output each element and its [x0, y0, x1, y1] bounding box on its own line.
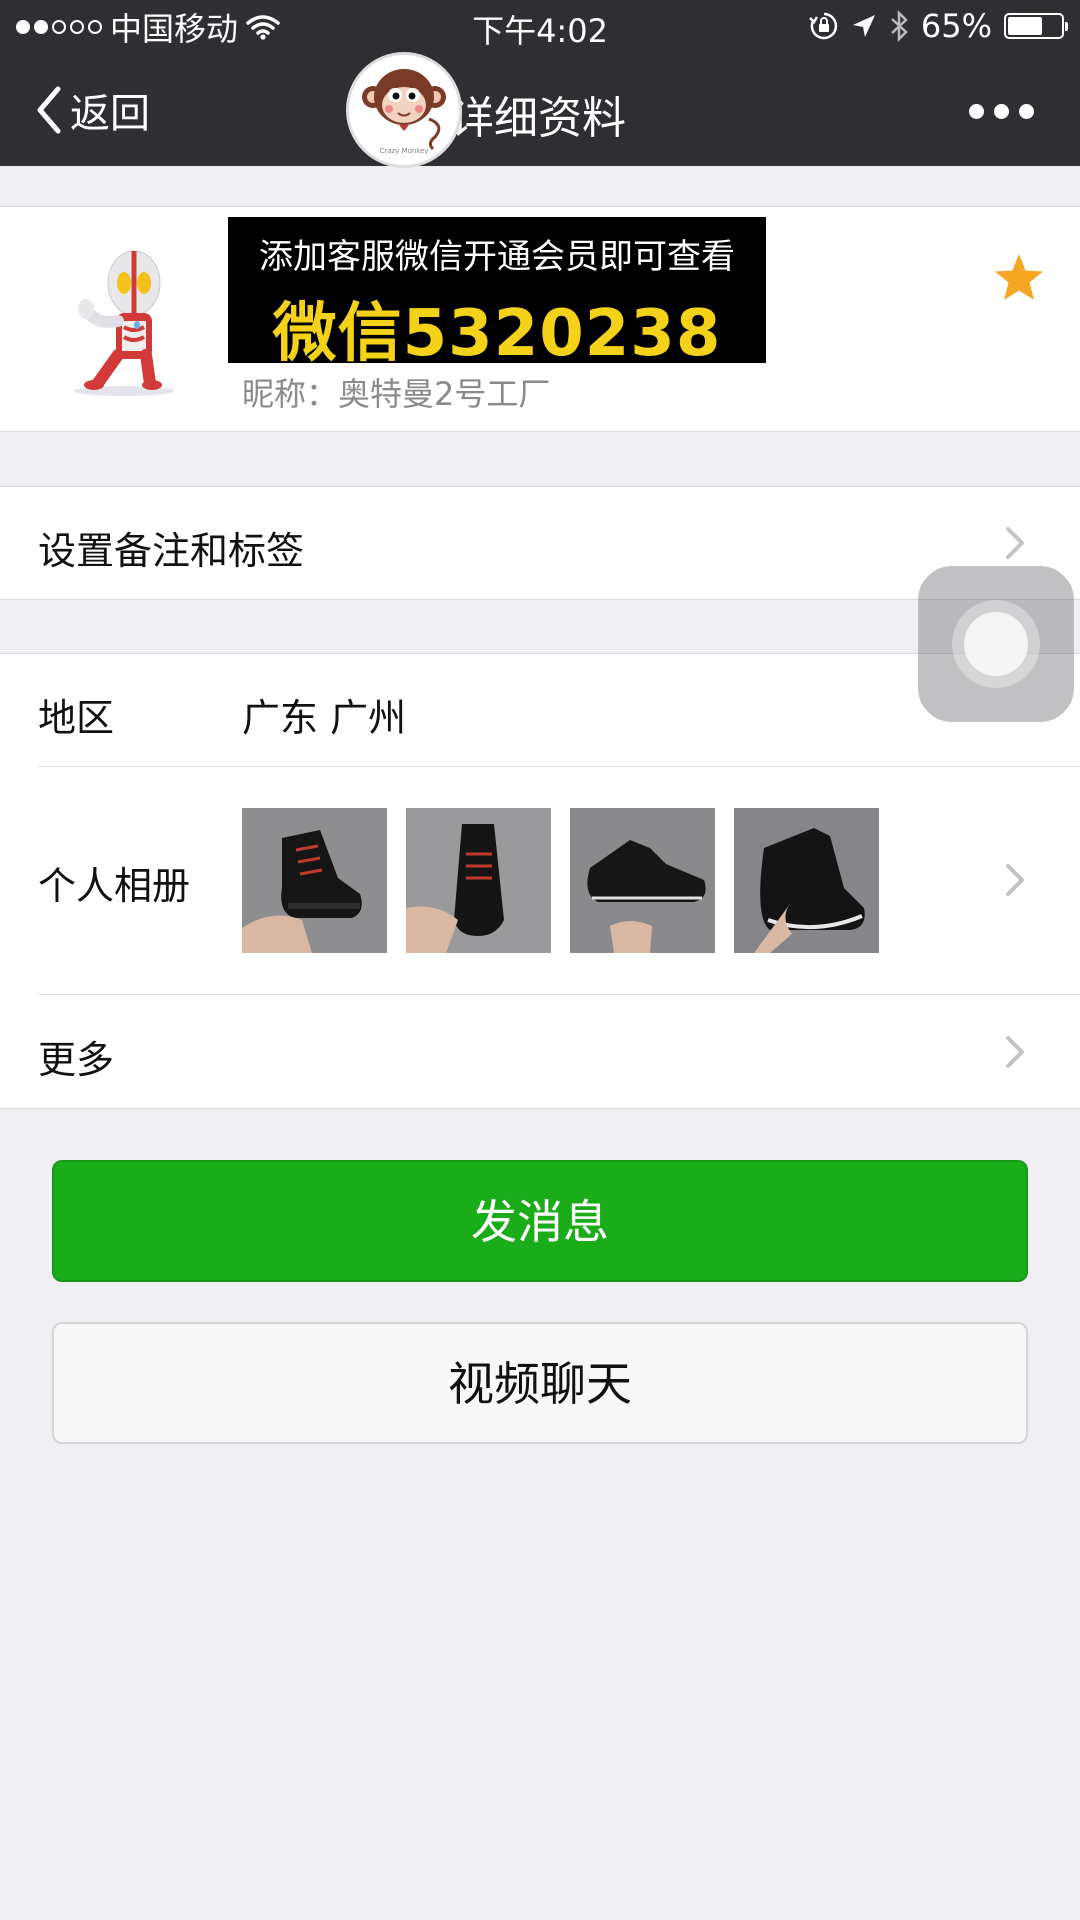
top-bar: 中国移动 下午4:02 65% 返回 详细资料	[0, 0, 1080, 166]
battery-percent: 65%	[920, 7, 992, 45]
more-options-button[interactable]	[966, 98, 1036, 124]
monkey-logo-badge: Crazy Monkey	[346, 52, 462, 168]
album-photo	[406, 808, 551, 953]
more-label: 更多	[38, 1038, 115, 1082]
status-bar: 中国移动 下午4:02 65%	[0, 0, 1080, 54]
star-icon[interactable]	[992, 251, 1046, 305]
nickname: 昵称：奥特曼2号工厂	[242, 375, 551, 413]
avatar[interactable]	[38, 233, 206, 401]
remark-group: 设置备注和标签	[0, 486, 1080, 600]
remark-row[interactable]: 设置备注和标签	[0, 487, 1080, 599]
assistive-touch-center	[964, 612, 1028, 676]
badge-text: Crazy Monkey	[379, 147, 428, 155]
remark-label: 设置备注和标签	[38, 529, 305, 573]
album-photo	[570, 808, 715, 953]
page-title: 详细资料	[450, 93, 626, 144]
promo-banner: 添加客服微信开通会员即可查看 微信5320238	[228, 217, 766, 371]
location-arrow-icon	[852, 15, 875, 37]
send-message-button[interactable]: 发消息	[52, 1160, 1028, 1282]
album-photo	[242, 808, 387, 953]
more-dot	[1018, 103, 1034, 119]
profile-card: 添加客服微信开通会员即可查看 微信5320238 昵称：奥特曼2号工厂	[0, 206, 1080, 432]
album-photo	[734, 808, 879, 953]
more-dot	[993, 103, 1009, 119]
nav-bar: 返回 详细资料	[0, 54, 1080, 166]
status-right: 65%	[808, 6, 1068, 46]
chevron-right-icon	[1006, 864, 1024, 896]
promo-text: 添加客服微信开通会员即可查看	[259, 237, 735, 277]
back-label: 返回	[70, 91, 150, 137]
info-group: 地区 广东 广州 个人相册 更多	[0, 653, 1080, 1109]
more-dot	[968, 103, 984, 119]
ultraman-avatar-icon	[74, 250, 174, 396]
album-thumbnails	[242, 808, 879, 953]
album-label: 个人相册	[38, 864, 191, 908]
promo-wechat-id: 微信5320238	[272, 297, 722, 371]
orientation-lock-icon	[808, 12, 838, 40]
chevron-right-icon	[1006, 527, 1024, 559]
assistive-touch-button[interactable]	[918, 566, 1074, 722]
more-row[interactable]: 更多	[0, 995, 1080, 1108]
battery-icon	[1004, 13, 1068, 39]
bluetooth-icon	[891, 10, 908, 42]
region-label: 地区	[38, 696, 115, 740]
monkey-logo-icon: Crazy Monkey	[362, 69, 446, 155]
region-value: 广东 广州	[242, 696, 407, 740]
album-row[interactable]: 个人相册	[0, 767, 1080, 993]
chevron-right-icon	[1006, 1036, 1024, 1068]
battery-level	[1008, 17, 1042, 35]
video-chat-button[interactable]: 视频聊天	[52, 1322, 1028, 1444]
chevron-left-icon	[37, 86, 61, 134]
back-button[interactable]: 返回	[34, 82, 150, 138]
